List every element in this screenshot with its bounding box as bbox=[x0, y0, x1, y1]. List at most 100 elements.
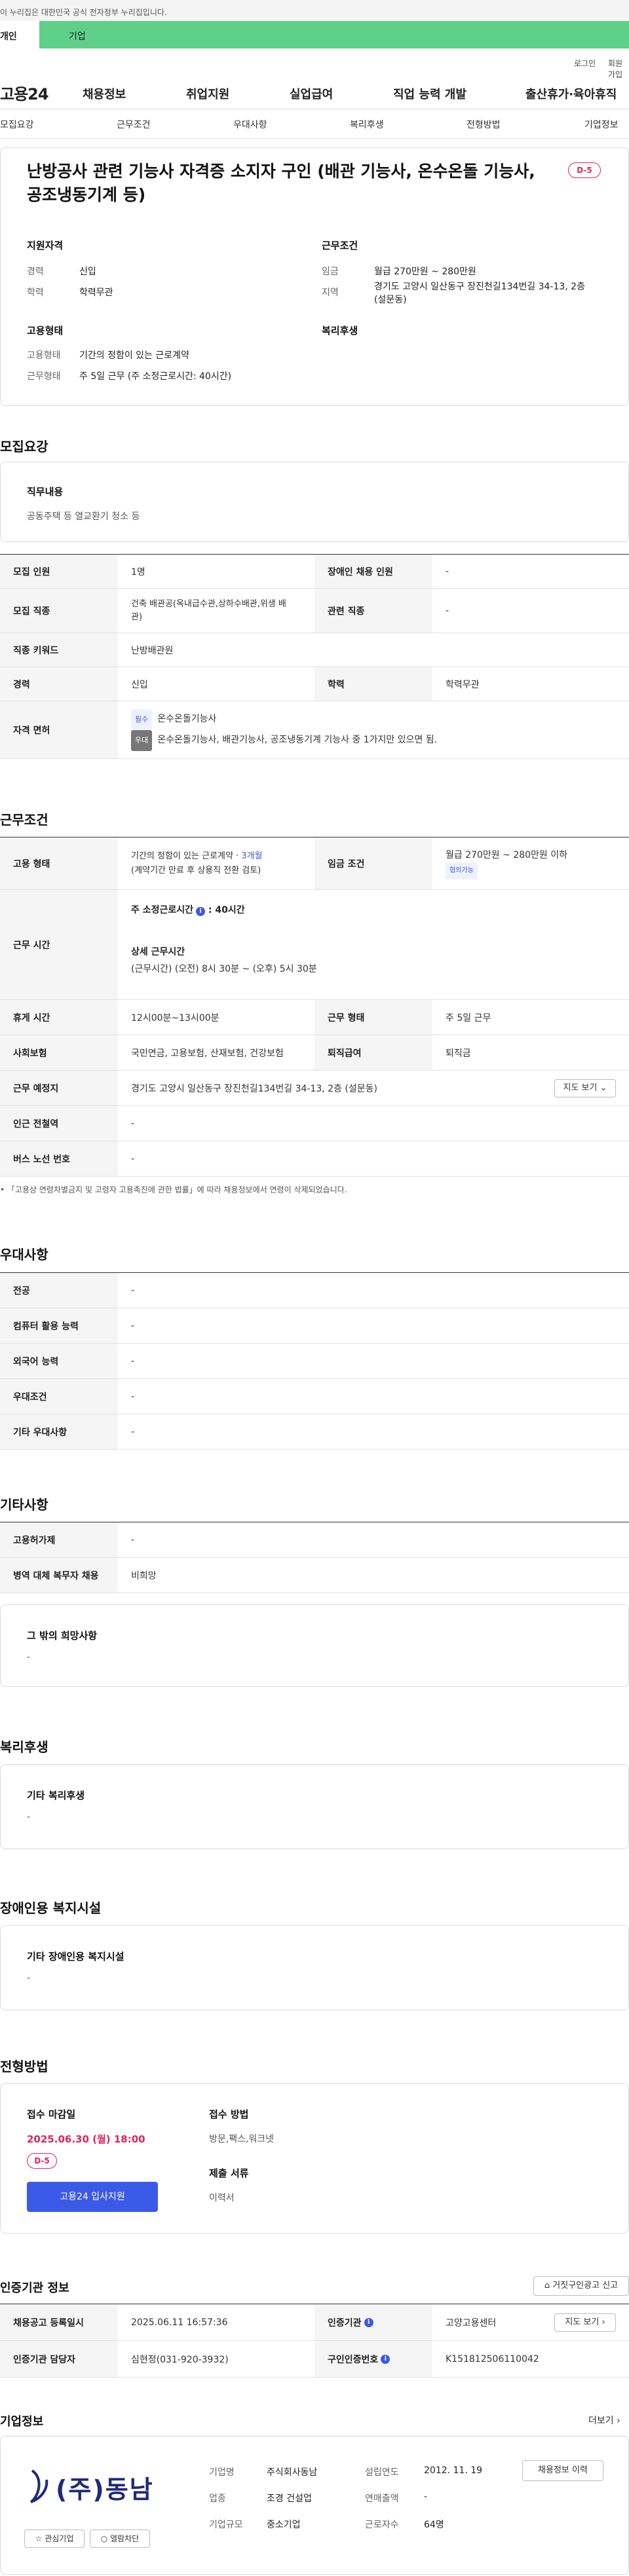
site-logo[interactable]: 고용24 bbox=[0, 81, 49, 104]
row-label: 버스 노선 번호 bbox=[0, 1141, 118, 1176]
recruit-table: 모집 인원 1명 장애인 채용 인원 - 모집 직종 건축 배관공(옥내급수관,… bbox=[0, 554, 629, 759]
anchor-conditions[interactable]: 근무조건 bbox=[117, 118, 151, 131]
row-value: 국민연금, 고용보험, 산재보험, 건강보험 bbox=[131, 1048, 284, 1059]
company-card: (주)동남 ☆ 관심기업 ○ 열람차단 기업명 주식회사동남 업종 조경 건설업… bbox=[0, 2436, 629, 2575]
company-section-title: 기업정보 bbox=[0, 2415, 44, 2429]
anchor-welfare[interactable]: 복리후생 bbox=[350, 118, 384, 131]
wage-value: 월급 270만원 ~ 280만원 bbox=[374, 267, 476, 277]
deadline-dday-badge: D-5 bbox=[27, 2153, 57, 2169]
job-summary-card: 난방공사 관련 기능사 자격증 소지자 구인 (배관 기능사, 온수온돌 기능사… bbox=[0, 147, 629, 406]
row-value: - bbox=[131, 1153, 135, 1164]
row-label: 휴게 시간 bbox=[0, 1000, 118, 1035]
row-label: 병역 대체 복무자 채용 bbox=[0, 1558, 118, 1592]
row-value: - bbox=[131, 1426, 135, 1437]
anchor-company[interactable]: 기업정보 bbox=[584, 118, 619, 131]
education-value: 학력무관 bbox=[79, 287, 113, 298]
agency-section-title: 인증기관 정보 bbox=[0, 2281, 69, 2295]
founded-value: 2012. 11. 19 bbox=[424, 2465, 483, 2476]
row-value: 학력무관 bbox=[446, 679, 480, 690]
row-label: 자격 면허 bbox=[0, 701, 118, 758]
row-label: 인근 전철역 bbox=[0, 1106, 118, 1141]
tab-company[interactable]: 기업 bbox=[69, 29, 86, 43]
row-label: 구인인증번호 i bbox=[314, 2341, 432, 2377]
employment-type-heading: 고용형태 bbox=[27, 325, 64, 337]
required-license: 온수온돌기능사 bbox=[157, 713, 217, 724]
preferred-tag: 우대 bbox=[131, 729, 153, 751]
circle-icon: ○ bbox=[100, 2534, 108, 2543]
company-name-value: 주식회사동남 bbox=[267, 2467, 318, 2478]
row-value: 고양고용센터 bbox=[446, 2317, 497, 2328]
anchor-screening[interactable]: 전형방법 bbox=[467, 118, 501, 131]
duty-box: 직무내용 공동주택 등 열교환기 청소 등 bbox=[0, 462, 629, 542]
login-link[interactable]: 로그인 bbox=[574, 58, 596, 69]
dday-badge: D-5 bbox=[568, 162, 601, 178]
disabled-section-title: 장애인용 복지시설 bbox=[0, 1900, 102, 1916]
agency-table: 채용공고 등록일시 2025.06.11 16:57:36 인증기관 i 고양고용… bbox=[0, 2304, 629, 2378]
row-label: 모집 인원 bbox=[0, 555, 118, 588]
company-more-link[interactable]: 더보기 › bbox=[588, 2414, 620, 2427]
info-icon[interactable]: i bbox=[196, 907, 206, 916]
extra-wishes-heading: 그 밖의 희망사항 bbox=[27, 1630, 98, 1642]
row-value: 주 5일 근무 bbox=[446, 1012, 491, 1023]
contract-months: 3개월 bbox=[241, 851, 263, 861]
company-logo: (주)동남 bbox=[24, 2465, 168, 2505]
table-row: 고용허가제 - bbox=[0, 1522, 629, 1558]
alert-icon: ⌂ bbox=[544, 2281, 550, 2291]
row-value: - bbox=[131, 1534, 135, 1545]
nav-unemployment-benefit[interactable]: 실업급여 bbox=[290, 85, 333, 102]
conditions-section-title: 근무조건 bbox=[0, 812, 48, 828]
table-row: 인증기관 담당자 심현정(031-920-3932) 구인인증번호 i K1518… bbox=[0, 2341, 629, 2378]
career-value: 신입 bbox=[79, 267, 96, 277]
job-title: 난방공사 관련 기능사 자격증 소지자 구인 (배관 기능사, 온수온돌 기능사… bbox=[27, 162, 535, 204]
block-company-button[interactable]: ○ 열람차단 bbox=[90, 2530, 150, 2548]
info-icon[interactable]: i bbox=[364, 2317, 373, 2327]
user-type-tabs: 개인 기업 bbox=[0, 21, 629, 48]
docs-heading: 제출 서류 bbox=[209, 2167, 249, 2179]
star-icon: ☆ bbox=[35, 2534, 43, 2543]
table-row: 자격 면허 필수 온수온돌기능사 우대 온수온돌기능사, 배관기능사, 공조냉동기계… bbox=[0, 701, 629, 759]
nav-vocational-training[interactable]: 직업 능력 개발 bbox=[393, 85, 467, 102]
row-label: 근무 형태 bbox=[314, 1000, 432, 1035]
row-label: 장애인 채용 인원 bbox=[314, 555, 432, 588]
agency-map-button[interactable]: 지도 보기 › bbox=[554, 2313, 616, 2332]
duty-text: 공동주택 등 열교환기 청소 등 bbox=[27, 511, 140, 522]
extra-wishes-value: - bbox=[27, 1652, 31, 1663]
row-value: - bbox=[131, 1118, 135, 1129]
anchor-recruit[interactable]: 모집요강 bbox=[0, 118, 34, 131]
apply-button[interactable]: 고용24 입사지원 bbox=[27, 2182, 158, 2212]
row-label: 근무 시간 bbox=[0, 890, 118, 999]
row-label: 근무 예정지 bbox=[0, 1071, 118, 1105]
nav-parental-leave[interactable]: 출산휴가·육아휴직 bbox=[525, 85, 617, 102]
favorite-company-button[interactable]: ☆ 관심기업 bbox=[24, 2530, 85, 2548]
row-value: - bbox=[131, 1355, 135, 1367]
nav-employment-support[interactable]: 취업지원 bbox=[186, 85, 229, 102]
map-button[interactable]: 지도 보기 ⌄ bbox=[554, 1079, 616, 1097]
hiring-history-button[interactable]: 채용정보 이력 bbox=[522, 2460, 603, 2481]
work-type-value: 주 5일 근무 (주 소정근로시간: 40시간) bbox=[79, 371, 232, 382]
wage-value: 월급 270만원 ~ 280만원 이하 협의가능 bbox=[446, 837, 567, 889]
gov-banner-text: 이 누리집은 대한민국 공식 전자정부 누리집입니다. bbox=[0, 8, 167, 17]
table-row: 버스 노선 번호 - bbox=[0, 1141, 629, 1177]
docs-value: 이력서 bbox=[209, 2193, 235, 2203]
row-label: 사회보험 bbox=[0, 1035, 118, 1070]
row-label: 직종 키워드 bbox=[0, 633, 118, 667]
row-label: 전공 bbox=[0, 1273, 118, 1308]
row-value: 1명 bbox=[131, 566, 145, 578]
welfare-box-heading: 기타 복리후생 bbox=[27, 1790, 85, 1801]
false-ad-report-button[interactable]: ⌂ 거짓구인광고 신고 bbox=[533, 2276, 629, 2296]
table-row: 고용 형태 기간의 정함이 있는 근로계약 · 3개월 (계약기간 만료 후 상… bbox=[0, 837, 629, 890]
tab-personal[interactable]: 개인 bbox=[0, 21, 39, 48]
row-value: - bbox=[131, 1320, 135, 1331]
area-label: 지역 bbox=[322, 287, 339, 298]
anchor-preferences[interactable]: 우대사항 bbox=[233, 118, 267, 131]
work-type-label: 근무형태 bbox=[27, 371, 61, 382]
nav-jobs[interactable]: 채용정보 bbox=[83, 85, 126, 102]
table-row: 모집 직종 건축 배관공(옥내급수관,상하수배관,위생 배 관) 관련 직종 - bbox=[0, 589, 629, 633]
table-row: 외국어 능력 - bbox=[0, 1344, 629, 1379]
info-icon[interactable]: i bbox=[381, 2354, 391, 2364]
welfare-heading: 복리후생 bbox=[322, 325, 358, 337]
gov-banner: 이 누리집은 대한민국 공식 전자정부 누리집입니다. bbox=[0, 0, 629, 21]
row-label: 컴퓨터 활용 능력 bbox=[0, 1308, 118, 1343]
employment-type-label: 고용형태 bbox=[27, 350, 61, 361]
row-label: 인증기관 담당자 bbox=[0, 2341, 118, 2377]
